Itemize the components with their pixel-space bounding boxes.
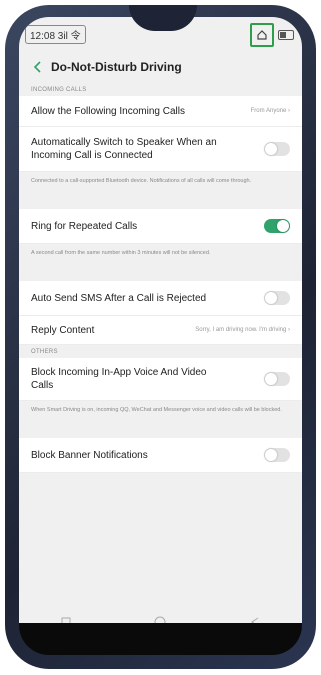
banner-card: Block Banner Notifications [19, 438, 302, 473]
auto-speaker-row[interactable]: Automatically Switch to Speaker When an … [19, 127, 302, 172]
sms-card: Auto Send SMS After a Call is Rejected R… [19, 281, 302, 345]
section-header-others: OTHERS [31, 349, 58, 355]
ring-repeated-label: Ring for Repeated Calls [31, 220, 138, 232]
auto-speaker-toggle[interactable] [264, 142, 290, 156]
auto-speaker-description: Connected to a call-supported Bluetooth … [31, 178, 252, 184]
auto-sms-row[interactable]: Auto Send SMS After a Call is Rejected [19, 281, 302, 316]
auto-sms-toggle[interactable] [264, 291, 290, 305]
settings-list: INCOMING CALLS Allow the Following Incom… [19, 83, 302, 473]
status-time: 12:08 3il 令 [25, 25, 86, 44]
reply-content-row[interactable]: Reply Content Sorry, I am driving now. I… [19, 316, 302, 345]
ring-repeated-toggle[interactable] [264, 219, 290, 233]
allow-calls-value: From Anyone › [250, 108, 290, 114]
allow-calls-label: Allow the Following Incoming Calls [31, 105, 185, 117]
auto-sms-label: Auto Send SMS After a Call is Rejected [31, 292, 207, 304]
block-banner-label: Block Banner Notifications [31, 449, 148, 461]
allow-calls-row[interactable]: Allow the Following Incoming Calls From … [19, 96, 302, 127]
screen: 12:08 3il 令 Do-Not-Disturb Driving INCOM… [19, 17, 302, 652]
incoming-card: Allow the Following Incoming Calls From … [19, 96, 302, 172]
ring-repeated-row[interactable]: Ring for Repeated Calls [19, 209, 302, 244]
phone-chin [19, 623, 302, 655]
block-banner-toggle[interactable] [264, 448, 290, 462]
back-arrow-icon[interactable] [29, 58, 47, 76]
app-header: Do-Not-Disturb Driving [19, 51, 302, 83]
auto-speaker-label: Automatically Switch to Speaker When an … [31, 137, 217, 161]
block-inapp-toggle[interactable] [264, 372, 290, 386]
battery-icon [278, 30, 294, 40]
status-icons [250, 23, 294, 47]
reply-content-value: Sorry, I am driving now. I'm driving › [195, 327, 290, 333]
ring-repeated-description: A second call from the same number withi… [31, 250, 211, 256]
reply-content-label: Reply Content [31, 324, 95, 336]
block-inapp-label: Block Incoming In-App Voice And Video Ca… [31, 367, 207, 391]
ring-card: Ring for Repeated Calls [19, 209, 302, 244]
others-card: Block Incoming In-App Voice And Video Ca… [19, 358, 302, 401]
block-inapp-description: When Smart Driving is on, incoming QQ, W… [31, 407, 282, 413]
section-header-incoming: INCOMING CALLS [31, 87, 87, 93]
page-title: Do-Not-Disturb Driving [51, 60, 182, 74]
block-banner-row[interactable]: Block Banner Notifications [19, 438, 302, 473]
block-inapp-row[interactable]: Block Incoming In-App Voice And Video Ca… [19, 358, 302, 401]
phone-frame: 12:08 3il 令 Do-Not-Disturb Driving INCOM… [5, 5, 316, 669]
home-icon[interactable] [250, 23, 274, 47]
